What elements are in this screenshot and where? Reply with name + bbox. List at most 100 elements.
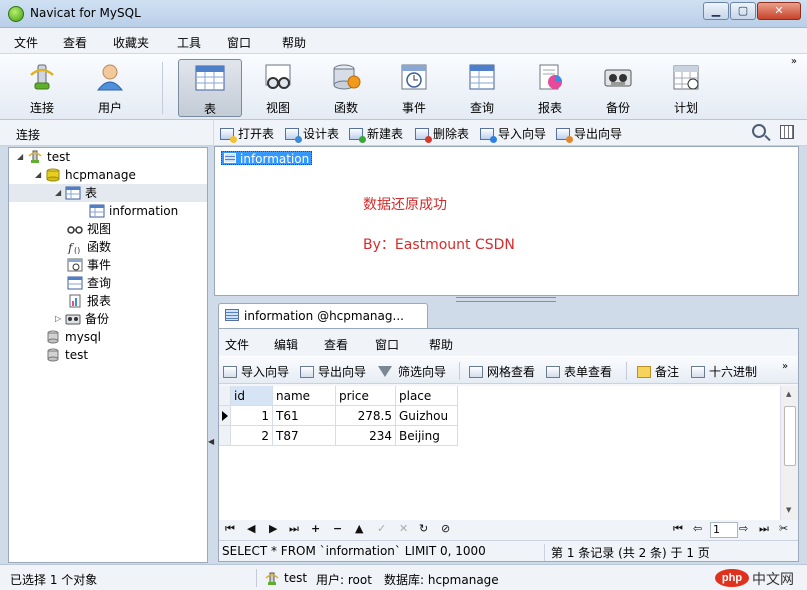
editor-export-button[interactable]: 导出向导 <box>300 363 366 380</box>
refresh-icon[interactable]: ↻ <box>419 522 428 535</box>
horizontal-splitter[interactable] <box>456 297 556 302</box>
scroll-up-icon[interactable]: ▲ <box>786 390 791 398</box>
open-table-button[interactable]: 打开表 <box>220 125 274 143</box>
toolbar-function-button[interactable]: 函数 <box>314 59 378 117</box>
next-page-icon[interactable]: ⇨ <box>739 522 748 535</box>
memo-button[interactable]: 备注 <box>637 363 679 380</box>
delete-table-button[interactable]: 删除表 <box>415 125 469 143</box>
table-cell[interactable]: 1 <box>231 406 273 426</box>
column-header-price[interactable]: price <box>336 386 396 406</box>
grid-view-button[interactable]: 网格查看 <box>469 363 535 380</box>
new-table-button[interactable]: 新建表 <box>349 125 403 143</box>
toolbar-overflow-button[interactable]: » <box>791 56 797 67</box>
table-cell[interactable]: T87 <box>273 426 336 446</box>
editor-menu-view[interactable]: 查看 <box>324 336 348 353</box>
first-page-icon[interactable]: ⏮ <box>673 522 683 536</box>
collapsed-arrow-icon[interactable]: ▷ <box>55 310 65 328</box>
editor-menu-help[interactable]: 帮助 <box>429 336 453 353</box>
menu-view[interactable]: 查看 <box>63 34 87 51</box>
tree-node-tables[interactable]: ◢ 表 <box>9 184 207 202</box>
editor-menu-file[interactable]: 文件 <box>225 336 249 353</box>
menu-file[interactable]: 文件 <box>14 34 38 51</box>
menu-window[interactable]: 窗口 <box>227 34 251 51</box>
menu-tools[interactable]: 工具 <box>177 34 201 51</box>
cancel-icon[interactable]: ✕ <box>399 522 408 535</box>
tree-node-test-db[interactable]: test <box>45 346 88 364</box>
export-icon <box>556 127 573 143</box>
table-cell[interactable]: T61 <box>273 406 336 426</box>
table-cell[interactable]: 234 <box>336 426 396 446</box>
grid-vertical-scrollbar[interactable]: ▲ ▼ <box>780 386 798 520</box>
import-wizard-button[interactable]: 导入向导 <box>480 125 546 143</box>
scroll-down-icon[interactable]: ▼ <box>786 506 791 514</box>
splitter-grip-icon[interactable]: ◀ <box>208 437 214 446</box>
editor-menu-edit[interactable]: 编辑 <box>274 336 298 353</box>
tree-node-views[interactable]: 视图 <box>67 220 111 238</box>
toolbar-report-button[interactable]: 报表 <box>518 59 582 117</box>
tree-node-functions[interactable]: f() 函数 <box>67 238 111 256</box>
scroll-thumb[interactable] <box>784 406 796 466</box>
tree-node-reports[interactable]: 报表 <box>67 292 111 310</box>
toolbar-query-button[interactable]: 查询 <box>450 59 514 117</box>
toolbar-overflow-button[interactable]: » <box>782 361 788 372</box>
toolbar-event-button[interactable]: 事件 <box>382 59 446 117</box>
editor-import-button[interactable]: 导入向导 <box>223 363 289 380</box>
next-record-icon[interactable]: ▶ <box>269 522 277 535</box>
last-record-icon[interactable]: ⏭ <box>289 522 299 536</box>
design-table-button[interactable]: 设计表 <box>285 125 339 143</box>
stop-icon[interactable]: ⊘ <box>441 522 450 535</box>
delete-record-icon[interactable]: − <box>333 522 342 535</box>
column-header-name[interactable]: name <box>273 386 336 406</box>
add-record-icon[interactable]: + <box>311 522 320 535</box>
filter-wizard-button[interactable]: 筛选向导 <box>378 363 446 380</box>
export-wizard-button[interactable]: 导出向导 <box>556 125 622 143</box>
table-cell[interactable]: 278.5 <box>336 406 396 426</box>
column-header-place[interactable]: place <box>396 386 458 406</box>
tree-node-events[interactable]: 事件 <box>67 256 111 274</box>
hex-button[interactable]: 十六进制 <box>691 363 757 380</box>
page-number-input[interactable]: 1 <box>710 522 738 538</box>
toolbar-function-label: 函数 <box>333 101 358 115</box>
object-item-information[interactable]: information <box>221 151 313 166</box>
tree-node-backups[interactable]: ▷ 备份 <box>55 310 109 328</box>
editor-menu-window[interactable]: 窗口 <box>375 336 399 353</box>
tree-node-hcpmanage[interactable]: ◢ hcpmanage <box>35 166 136 184</box>
previous-page-icon[interactable]: ⇦ <box>693 522 702 535</box>
column-header-id[interactable]: id <box>231 386 273 406</box>
previous-record-icon[interactable]: ◀ <box>247 522 255 535</box>
row-indicator-current[interactable] <box>219 406 231 426</box>
tree-node-queries[interactable]: 查询 <box>67 274 111 292</box>
commit-icon[interactable]: ✓ <box>377 522 386 535</box>
expanded-arrow-icon[interactable]: ◢ <box>55 184 65 202</box>
toolbar-schedule-button[interactable]: 计划 <box>654 59 718 117</box>
tree-node-mysql[interactable]: mysql <box>45 328 101 346</box>
table-cell[interactable]: Guizhou <box>396 406 458 426</box>
search-icon[interactable] <box>752 124 766 138</box>
toolbar-connection-button[interactable]: 连接 <box>10 59 74 117</box>
table-cell[interactable]: 2 <box>231 426 273 446</box>
close-button[interactable]: ✕ <box>757 2 801 20</box>
apply-changes-icon[interactable]: ▲ <box>355 522 363 535</box>
menu-favorites[interactable]: 收藏夹 <box>113 34 149 51</box>
tab-information[interactable]: information @hcpmanag... <box>218 303 428 328</box>
minimize-button[interactable]: ▁ <box>703 2 729 20</box>
settings-tool-icon[interactable]: ✂ <box>779 522 788 535</box>
expanded-arrow-icon[interactable]: ◢ <box>35 166 45 184</box>
first-record-icon[interactable]: ⏮ <box>225 522 235 536</box>
toolbar-view-button[interactable]: 视图 <box>246 59 310 117</box>
row-indicator[interactable] <box>219 426 231 446</box>
toolbar-table-button[interactable]: 表 <box>178 59 242 117</box>
last-page-icon[interactable]: ⏭ <box>759 522 769 536</box>
tree-node-test[interactable]: ◢ test <box>17 148 70 166</box>
maximize-button[interactable]: ▢ <box>730 2 756 20</box>
restore-success-message: 数据还原成功 <box>363 197 447 213</box>
menu-help[interactable]: 帮助 <box>282 34 306 51</box>
toolbar-user-button[interactable]: 用户 <box>78 59 142 117</box>
form-view-button[interactable]: 表单查看 <box>546 363 612 380</box>
view-mode-icon[interactable] <box>780 125 794 139</box>
tree-node-information[interactable]: information <box>89 202 178 220</box>
php-cn-watermark-logo: php 中文网 <box>715 567 801 589</box>
expanded-arrow-icon[interactable]: ◢ <box>17 148 27 166</box>
table-cell[interactable]: Beijing <box>396 426 458 446</box>
toolbar-backup-button[interactable]: 备份 <box>586 59 650 117</box>
